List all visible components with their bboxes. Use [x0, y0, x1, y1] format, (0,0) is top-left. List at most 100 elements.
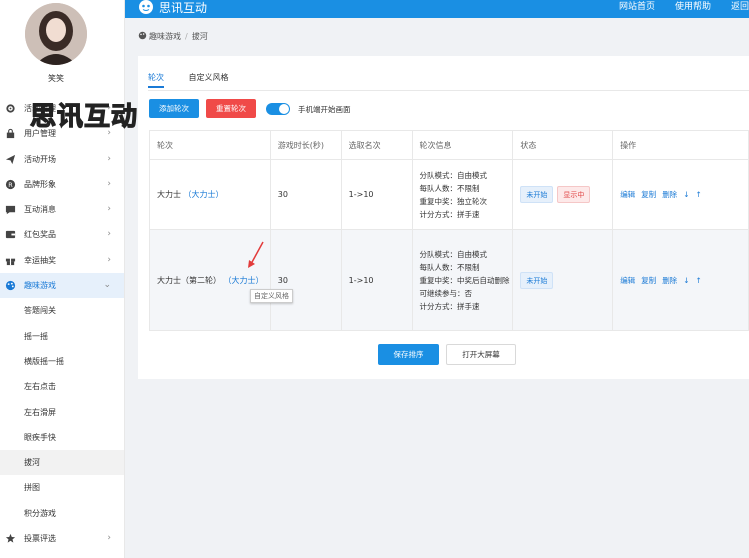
chevron-right-icon: › — [107, 533, 111, 544]
breadcrumb: 趣味游戏 / 拔河 — [138, 31, 208, 42]
delete-link[interactable]: 删除 — [662, 190, 677, 199]
annotation-arrow-icon — [248, 241, 264, 268]
sidebar-item-activity-manage[interactable]: 活动管理 › — [0, 96, 124, 121]
sidebar-subitem-tug-of-war[interactable]: 拔河 — [0, 450, 124, 476]
tab-rounds[interactable]: 轮次 — [148, 72, 164, 88]
edit-link[interactable]: 编辑 — [620, 190, 635, 199]
table-header-row: 轮次 游戏时长(秒) 选取名次 轮次信息 状态 操作 — [149, 130, 749, 160]
palette-icon — [5, 280, 16, 291]
avatar[interactable] — [25, 3, 87, 65]
round-style-link[interactable]: （大力士） — [184, 190, 224, 199]
breadcrumb-separator: / — [185, 32, 188, 41]
sidebar-item-messages[interactable]: 互动消息 › — [0, 197, 124, 222]
status-cell: 未开始 — [512, 229, 614, 331]
sidebar-item-games[interactable]: 趣味游戏 ⌄ — [0, 273, 124, 299]
table-header: 游戏时长(秒) — [269, 130, 342, 160]
sidebar-subitem[interactable]: 摇一摇 — [0, 324, 124, 349]
top-nav: 网站首页 使用帮助 返回 — [599, 0, 749, 14]
sidebar-item-redpacket[interactable]: 红包奖品 › — [0, 222, 124, 247]
info-line: 每队人数：不限制 — [419, 262, 480, 272]
status-badge-not-started[interactable]: 未开始 — [520, 271, 554, 289]
nav-back-link[interactable]: 返回 — [731, 2, 749, 12]
main-card: 轮次 自定义风格 添加轮次 重置轮次 手机端开始画面 轮次 游戏时长(秒) 选取… — [138, 56, 749, 379]
username: 笑笑 — [48, 74, 64, 83]
sidebar-subitem[interactable]: 左右滑屏 — [0, 400, 124, 425]
logo-icon — [139, 0, 153, 14]
star-icon — [5, 533, 16, 543]
breadcrumb-current: 拔河 — [191, 32, 208, 41]
sidebar-item-user-manage[interactable]: 用户管理 › — [0, 121, 124, 146]
round-name: 大力士（第二轮） — [157, 275, 221, 285]
move-down-icon[interactable]: ↓ — [683, 190, 689, 199]
rounds-table: 轮次 游戏时长(秒) 选取名次 轮次信息 状态 操作 大力士 （大力士） 30 … — [149, 130, 749, 331]
round-name-cell: 大力士 （大力士） — [149, 159, 271, 230]
toggle-label: 手机端开始画面 — [298, 105, 351, 114]
sidebar-subitem[interactable]: 拼图 — [0, 475, 124, 500]
sidebar-subitem[interactable]: 积分游戏 — [0, 501, 124, 526]
info-line: 重复中奖：独立轮次 — [419, 196, 488, 206]
sidebar-subitem[interactable]: 答题闯关 — [0, 298, 124, 323]
rank-cell: 1->10 — [340, 229, 413, 331]
edit-link[interactable]: 编辑 — [620, 276, 635, 285]
status-badge-not-started[interactable]: 未开始 — [520, 186, 554, 203]
nav-help-link[interactable]: 使用帮助 — [675, 2, 711, 12]
sidebar-item-label: 品牌形象 — [24, 179, 56, 189]
chevron-right-icon: › — [107, 254, 111, 265]
info-line: 可继续参与：否 — [419, 288, 473, 298]
sidebar-item-brand[interactable]: R 品牌形象 › — [0, 172, 124, 197]
sidebar-subitem[interactable]: 眼疾手快 — [0, 425, 124, 450]
sidebar-subitem[interactable]: 左右点击 — [0, 374, 124, 399]
move-up-icon[interactable]: ↑ — [695, 190, 701, 199]
chat-icon — [5, 206, 16, 215]
mobile-start-screen-toggle[interactable] — [266, 103, 290, 115]
save-order-button[interactable]: 保存排序 — [378, 344, 439, 365]
move-up-icon[interactable]: ↑ — [695, 276, 701, 285]
chevron-right-icon: › — [107, 229, 111, 240]
info-line: 重复中奖：中奖后自动删除 — [419, 275, 510, 285]
sidebar-item-label: 幸运抽奖 — [24, 255, 56, 265]
chevron-right-icon: › — [107, 178, 111, 189]
sidebar-item-label: 互动消息 — [24, 205, 56, 215]
table-header: 轮次 — [149, 130, 271, 160]
sidebar-menu: 活动管理 › 用户管理 › 活动开场 › R 品牌形象 › 互动消息 › 红包奖… — [0, 96, 124, 551]
chevron-right-icon: › — [107, 153, 111, 164]
sidebar-item-activity-open[interactable]: 活动开场 › — [0, 147, 124, 172]
sidebar-item-vote[interactable]: 投票评选 › — [0, 526, 124, 551]
delete-link[interactable]: 删除 — [662, 276, 677, 285]
status-badge-showing[interactable]: 显示中 — [557, 186, 591, 203]
ops-cell: 编辑 复制 删除 ↓ ↑ — [612, 229, 749, 331]
add-round-button[interactable]: 添加轮次 — [149, 99, 199, 118]
info-line: 分队模式：自由模式 — [419, 170, 488, 180]
registered-icon: R — [5, 179, 16, 189]
nav-home-link[interactable]: 网站首页 — [619, 2, 655, 12]
status-cell: 未开始 显示中 — [512, 159, 614, 230]
round-style-link[interactable]: （大力士） — [224, 276, 264, 285]
reset-round-button[interactable]: 重置轮次 — [206, 99, 256, 118]
duration-cell: 30 — [269, 159, 342, 230]
chevron-right-icon: › — [107, 204, 111, 215]
sidebar-subitem[interactable]: 横版摇一摇 — [0, 349, 124, 374]
brand-name: 思讯互动 — [159, 1, 208, 15]
ops-cell: 编辑 复制 删除 ↓ ↑ — [612, 159, 749, 230]
tooltip: 自定义风格 — [250, 289, 293, 303]
sidebar: 笑笑 活动管理 › 用户管理 › 活动开场 › R 品牌形象 › 互动消息 › — [0, 0, 125, 558]
sidebar-item-lottery[interactable]: 幸运抽奖 › — [0, 248, 124, 273]
top-bar: 思讯互动 网站首页 使用帮助 返回 — [125, 0, 749, 18]
table-row: 大力士 （大力士） 30 1->10 分队模式：自由模式 每队人数：不限制 重复… — [149, 159, 749, 230]
tab-custom-style[interactable]: 自定义风格 — [189, 72, 229, 88]
copy-link[interactable]: 复制 — [641, 190, 656, 199]
sidebar-item-label: 红包奖品 — [24, 230, 56, 240]
move-down-icon[interactable]: ↓ — [683, 276, 689, 285]
info-cell: 分队模式：自由模式 每队人数：不限制 重复中奖：中奖后自动删除 可继续参与：否 … — [411, 229, 514, 331]
brand[interactable]: 思讯互动 — [137, 0, 207, 18]
gift-icon — [5, 257, 16, 265]
sidebar-item-label: 趣味游戏 — [24, 281, 56, 291]
tabs-divider — [148, 90, 749, 91]
wallet-icon — [5, 231, 16, 239]
breadcrumb-root[interactable]: 趣味游戏 — [149, 32, 181, 41]
info-line: 每队人数：不限制 — [419, 183, 480, 193]
copy-link[interactable]: 复制 — [641, 276, 656, 285]
lock-icon — [6, 129, 15, 139]
toggle-knob — [279, 104, 289, 114]
open-big-screen-button[interactable]: 打开大屏幕 — [446, 344, 516, 365]
